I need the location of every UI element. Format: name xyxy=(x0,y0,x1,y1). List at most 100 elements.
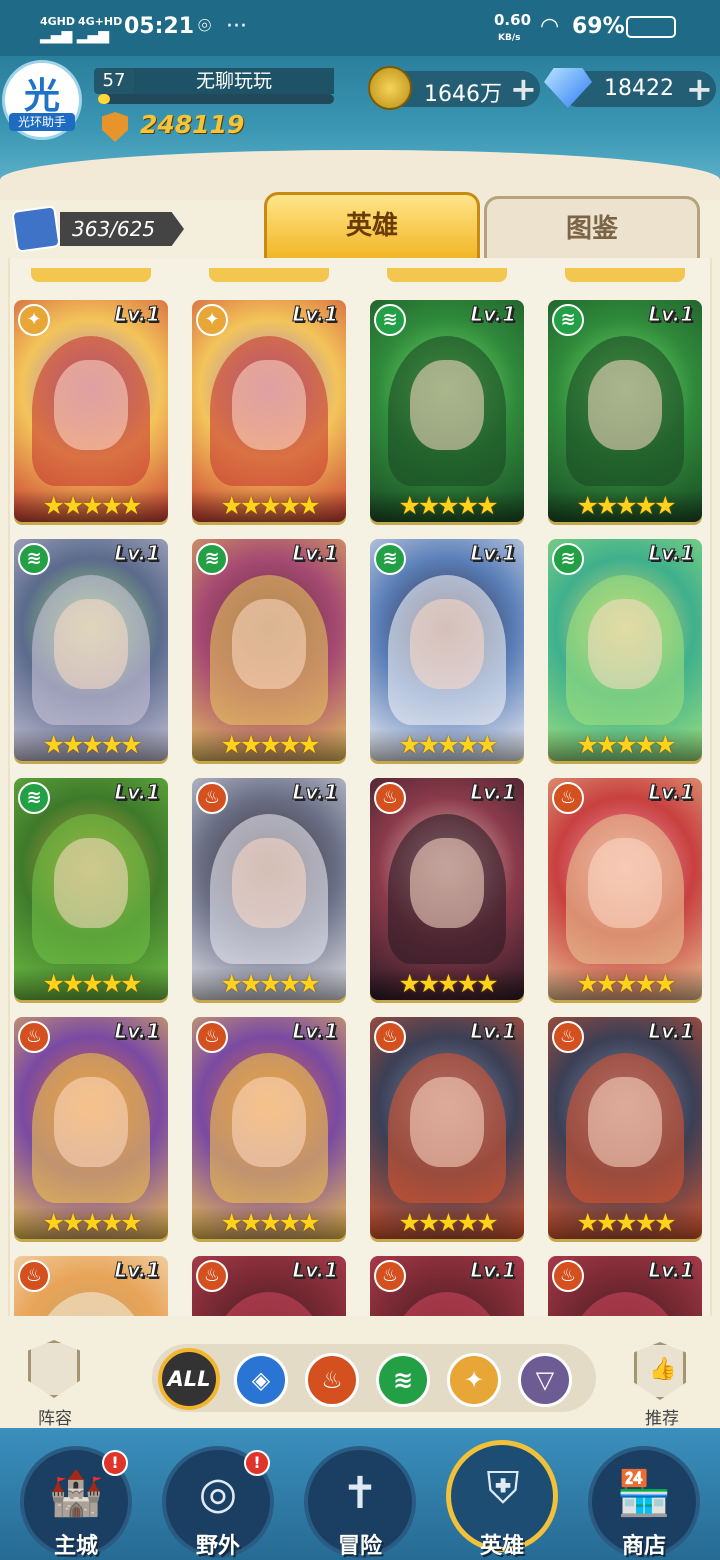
hero-face xyxy=(588,1077,662,1167)
hero-level: Lv.1 xyxy=(648,302,695,327)
tab-codex[interactable]: 图鉴 xyxy=(484,196,700,258)
filter-fire-button[interactable]: ♨ xyxy=(305,1353,359,1407)
star-rating: ★★★★★ xyxy=(192,1207,346,1239)
thumbs-up-icon: 👍 xyxy=(649,1357,677,1382)
element-glyph: ♨ xyxy=(203,1265,221,1286)
network-indicator-2: 4G+HD xyxy=(78,15,123,28)
hero-card[interactable]: ♨Lv.1★★★★★ xyxy=(548,778,702,1000)
hero-face xyxy=(232,1077,306,1167)
hero-level: Lv.1 xyxy=(114,302,161,327)
recommend-label: 推荐 xyxy=(645,1409,679,1429)
hero-level: Lv.1 xyxy=(470,541,517,566)
hero-card[interactable]: ♨Lv.1★★★★★ xyxy=(14,1017,168,1239)
element-glyph: ♨ xyxy=(381,1026,399,1047)
hero-face xyxy=(54,1077,128,1167)
hero-face xyxy=(588,360,662,450)
fire-element-icon: ♨ xyxy=(374,1021,406,1053)
alert-badge: ! xyxy=(244,1450,270,1476)
hero-face xyxy=(410,1077,484,1167)
hero-face xyxy=(54,838,128,928)
hero-card[interactable]: ✦ Lv.1 ★★★★★ xyxy=(14,300,168,522)
wind-element-icon: ≋ xyxy=(18,543,50,575)
filter-dark-button[interactable]: ▽ xyxy=(518,1353,572,1407)
element-glyph: ≋ xyxy=(26,787,42,808)
element-glyph: ♨ xyxy=(25,1026,43,1047)
signal-icon: ▂▄▆ ▂▄▆ xyxy=(40,28,110,44)
element-glyph: ≋ xyxy=(560,309,576,330)
hero-card[interactable]: ♨Lv.1★★★★★ xyxy=(548,1256,702,1316)
hero-grid[interactable]: ✦ Lv.1 ★★★★★ ✦ Lv.1 ★★★★★ ≋ Lv.1 ★★★★★ ≋ Lv.1 ★★★★★… xyxy=(8,258,712,1316)
add-gold-button[interactable]: + xyxy=(510,70,537,108)
hero-card[interactable]: ♨Lv.1★★★★★ xyxy=(370,1256,524,1316)
lineup-button[interactable] xyxy=(22,1340,86,1404)
filter-water-button[interactable]: ◈ xyxy=(234,1353,288,1407)
fire-element-icon: ♨ xyxy=(321,1366,343,1394)
xp-fill xyxy=(98,94,110,104)
hero-level: Lv.1 xyxy=(648,541,695,566)
hero-card[interactable]: ♨Lv.1★★★★★ xyxy=(192,1256,346,1316)
card-above-edge xyxy=(387,268,507,282)
filter-all-button[interactable]: ALL xyxy=(158,1348,220,1410)
element-glyph: ♨ xyxy=(203,1026,221,1047)
wind-element-icon: ≋ xyxy=(374,304,406,336)
element-glyph: ✦ xyxy=(26,309,42,330)
fire-element-icon: ♨ xyxy=(18,1021,50,1053)
hero-face xyxy=(410,838,484,928)
hero-level: Lv.1 xyxy=(292,1019,339,1044)
element-glyph: ≋ xyxy=(560,548,576,569)
star-rating: ★★★★★ xyxy=(548,729,702,761)
filter-wind-button[interactable]: ≋ xyxy=(376,1353,430,1407)
hero-card[interactable]: ♨Lv.1★★★★★ xyxy=(192,778,346,1000)
hero-card[interactable]: ≋ Lv.1 ★★★★★ xyxy=(14,778,168,1000)
lineup-label: 阵容 xyxy=(38,1409,72,1429)
star-rating: ★★★★★ xyxy=(14,729,168,761)
fire-element-icon: ♨ xyxy=(552,782,584,814)
hero-card[interactable]: ≋ Lv.1 ★★★★★ xyxy=(14,539,168,761)
fire-element-icon: ♨ xyxy=(552,1021,584,1053)
filter-light-button[interactable]: ✦ xyxy=(447,1353,501,1407)
clock: 05:21 xyxy=(124,14,195,39)
hero-face xyxy=(588,599,662,689)
hero-level: Lv.1 xyxy=(292,302,339,327)
element-glyph: ✦ xyxy=(204,309,220,330)
hero-card[interactable]: ♨Lv.1★★★★★ xyxy=(370,778,524,1000)
hero-face xyxy=(410,360,484,450)
star-rating: ★★★★★ xyxy=(370,1207,524,1239)
status-bar: 4GHD 4G+HD ▂▄▆ ▂▄▆ 05:21 ⌾ ··· 0.60 KB/s… xyxy=(0,0,720,56)
hero-level: Lv.1 xyxy=(292,1258,339,1283)
fire-element-icon: ♨ xyxy=(196,1021,228,1053)
hero-level: Lv.1 xyxy=(470,1019,517,1044)
nav-label: 英雄 xyxy=(479,1534,524,1559)
hero-card[interactable]: ✦ Lv.1 ★★★★★ xyxy=(192,300,346,522)
star-rating: ★★★★★ xyxy=(192,968,346,1000)
hero-level: Lv.1 xyxy=(648,1019,695,1044)
hero-card[interactable]: ≋ Lv.1 ★★★★★ xyxy=(192,539,346,761)
hero-face xyxy=(54,360,128,450)
star-rating: ★★★★★ xyxy=(370,968,524,1000)
hero-card[interactable]: ≋ Lv.1 ★★★★★ xyxy=(370,300,524,522)
light-element-icon: ✦ xyxy=(463,1366,485,1394)
element-glyph: ♨ xyxy=(203,787,221,808)
wind-element-icon: ≋ xyxy=(552,543,584,575)
hero-count: 363/625 xyxy=(60,212,184,246)
star-rating: ★★★★★ xyxy=(548,490,702,522)
hero-card[interactable]: ♨Lv.1★★★★★ xyxy=(14,1256,168,1316)
hero-card[interactable]: ♨ Lv.1 ★★★★★ xyxy=(370,1017,524,1239)
hero-face xyxy=(232,360,306,450)
hero-card[interactable]: ≋ Lv.1 ★★★★★ xyxy=(370,539,524,761)
network-speed-unit: KB/s xyxy=(498,33,521,43)
element-glyph: ≋ xyxy=(26,548,42,569)
dark-element-icon: ▽ xyxy=(535,1366,555,1394)
player-avatar[interactable]: 光 光环助手 xyxy=(2,60,82,140)
hero-card[interactable]: ≋ Lv.1 ★★★★★ xyxy=(548,300,702,522)
gem-amount: 18422 xyxy=(604,76,674,101)
fire-element-icon: ♨ xyxy=(374,782,406,814)
tab-heroes[interactable]: 英雄 xyxy=(264,192,480,258)
hero-card[interactable]: ♨ Lv.1 ★★★★★ xyxy=(192,1017,346,1239)
element-glyph: ♨ xyxy=(381,1265,399,1286)
fire-element-icon: ♨ xyxy=(374,1260,406,1292)
add-gems-button[interactable]: + xyxy=(686,70,713,108)
location-icon: ⌾ xyxy=(198,14,212,39)
hero-card[interactable]: ♨Lv.1★★★★★ xyxy=(548,1017,702,1239)
hero-card[interactable]: ≋ Lv.1 ★★★★★ xyxy=(548,539,702,761)
